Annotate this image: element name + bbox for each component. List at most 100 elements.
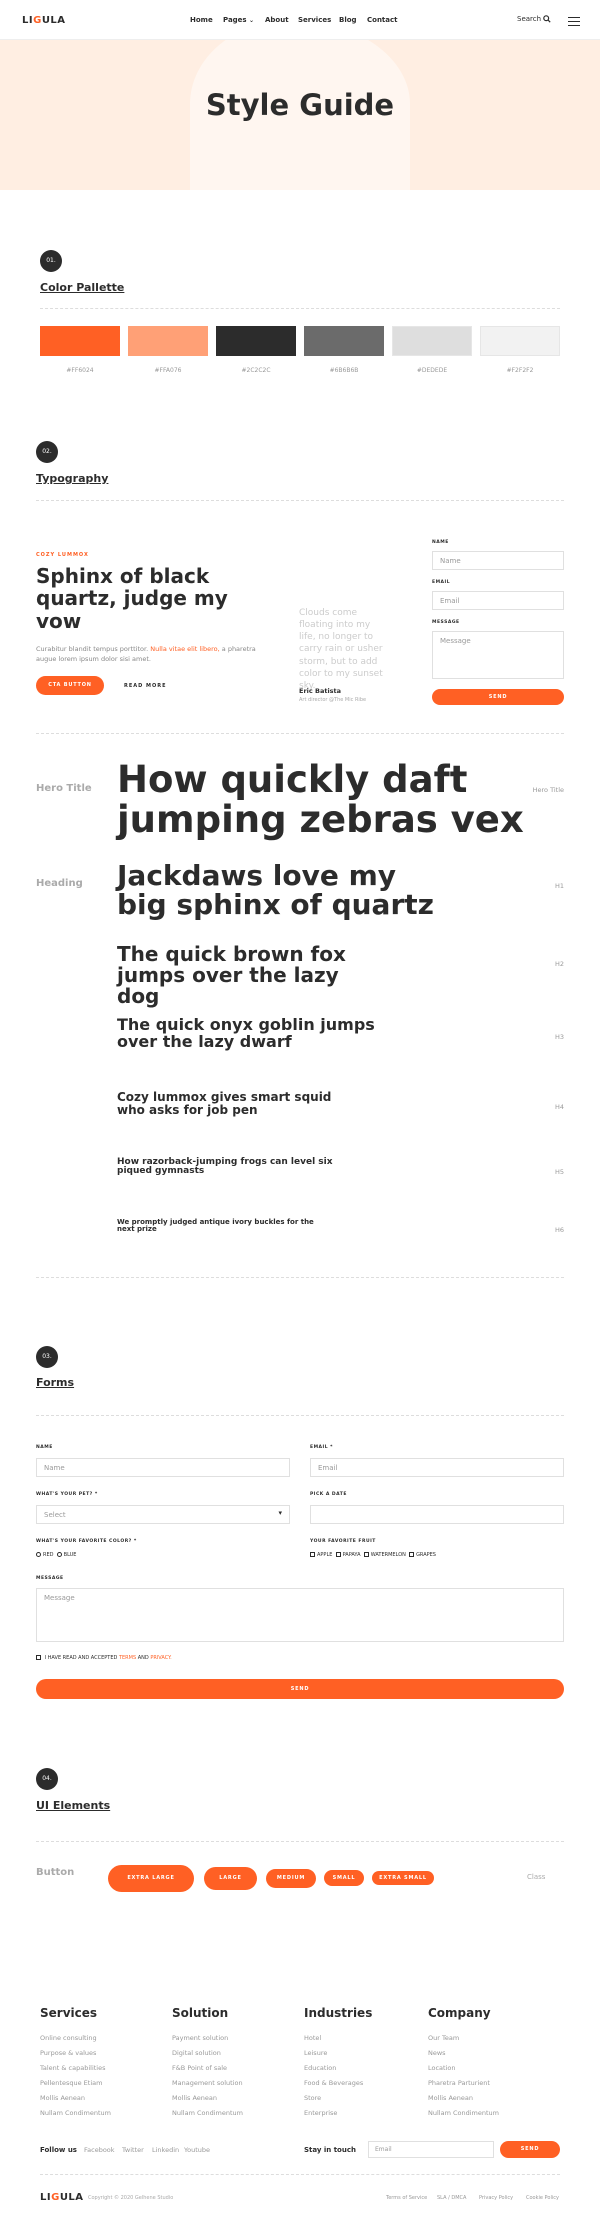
nav-home[interactable]: Home xyxy=(190,16,213,24)
h6-tag: H6 xyxy=(554,1226,564,1234)
footer-heading-company: Company xyxy=(428,2006,491,2020)
paragraph-text: Curabitur blandit tempus porttitor. xyxy=(36,645,149,653)
footer-link[interactable]: Nullam Condimentum xyxy=(40,2109,111,2117)
form-message-field[interactable]: Message xyxy=(36,1588,564,1642)
sample-paragraph: Curabitur blandit tempus porttitor. Null… xyxy=(36,645,271,665)
checkbox-apple[interactable]: APPLE xyxy=(310,1552,332,1558)
footer-link[interactable]: Nullam Condimentum xyxy=(172,2109,243,2117)
agree-text: I HAVE READ AND ACCEPTED xyxy=(44,1655,118,1661)
privacy-policy-link[interactable]: Privacy Policy xyxy=(479,2195,513,2201)
footer-link[interactable]: Talent & capabilities xyxy=(40,2064,106,2072)
nav-services[interactable]: Services xyxy=(298,16,331,24)
social-youtube[interactable]: Youtube xyxy=(184,2146,210,2154)
button-large[interactable]: LARGE xyxy=(204,1867,257,1890)
menu-icon[interactable] xyxy=(568,17,580,29)
color-swatch-label: #FF6024 xyxy=(66,367,94,374)
footer-link[interactable]: Location xyxy=(428,2064,456,2072)
logo-text: LI xyxy=(22,15,34,26)
footer-link[interactable]: Nullam Condimentum xyxy=(428,2109,499,2117)
form-name-field[interactable]: Name xyxy=(36,1458,290,1477)
footer-link[interactable]: Leisure xyxy=(304,2049,327,2057)
footer-link[interactable]: Pharetra Parturient xyxy=(428,2079,490,2087)
paragraph-link[interactable]: Nulla vitae elit libero, xyxy=(150,645,219,653)
section-title-typography: Typography xyxy=(36,472,109,485)
caret-down-icon: ▾ xyxy=(278,1509,282,1517)
footer-heading-solution: Solution xyxy=(172,2006,229,2020)
footer-link[interactable]: Digital solution xyxy=(172,2049,221,2057)
date-label: PICK A DATE xyxy=(310,1492,347,1497)
terms-link[interactable]: TERMS xyxy=(119,1655,136,1661)
footer-link[interactable]: Mollis Aenean xyxy=(428,2094,473,2102)
h2-sample: The quick brown fox jumps over the lazy … xyxy=(117,942,346,1008)
button-extra-small[interactable]: EXTRA SMALL xyxy=(372,1871,434,1885)
terms-link[interactable]: Terms of Service xyxy=(386,2195,427,2201)
radio-red[interactable]: RED xyxy=(36,1552,53,1558)
email-field[interactable]: Email xyxy=(432,591,564,610)
footer-link[interactable]: Mollis Aenean xyxy=(40,2094,85,2102)
search-button[interactable]: Search xyxy=(517,15,551,23)
social-linkedin[interactable]: Linkedin xyxy=(152,2146,179,2154)
chevron-down-icon: ⌄ xyxy=(249,17,255,24)
form-send-button[interactable]: SEND xyxy=(36,1679,564,1699)
divider xyxy=(40,2174,560,2175)
sla-link[interactable]: SLA / DMCA xyxy=(437,2195,466,2201)
footer-link[interactable]: Purpose & values xyxy=(40,2049,96,2057)
form-email-label: EMAIL * xyxy=(310,1445,333,1450)
cta-button[interactable]: CTA BUTTON xyxy=(36,676,104,695)
footer-logo[interactable]: LIGULA xyxy=(40,2192,84,2203)
h1-sample: Jackdaws love my big sphinx of quartz xyxy=(117,859,434,922)
social-twitter[interactable]: Twitter xyxy=(122,2146,144,2154)
newsletter-send-button[interactable]: SEND xyxy=(500,2141,560,2158)
logo[interactable]: LIGULA xyxy=(22,15,66,26)
nav-about[interactable]: About xyxy=(265,16,289,24)
agree-and: AND xyxy=(137,1655,149,1661)
message-field[interactable]: Message xyxy=(432,631,564,679)
send-button[interactable]: SEND xyxy=(432,689,564,705)
checkbox-watermelon[interactable]: WATERMELON xyxy=(363,1552,406,1558)
form-email-field[interactable]: Email xyxy=(310,1458,564,1477)
color-swatch xyxy=(128,326,208,356)
logo-text-end: ULA xyxy=(59,2192,84,2203)
footer-link[interactable]: Payment solution xyxy=(172,2034,228,2042)
name-field[interactable]: Name xyxy=(432,551,564,570)
social-facebook[interactable]: Facebook xyxy=(84,2146,115,2154)
read-more-link[interactable]: READ MORE xyxy=(124,683,167,689)
radio-circle-icon xyxy=(56,1552,62,1557)
nav-pages[interactable]: Pages ⌄ xyxy=(223,16,254,24)
footer-link[interactable]: F&B Point of sale xyxy=(172,2064,227,2072)
heading-label: Heading xyxy=(36,878,83,889)
footer-link[interactable]: Our Team xyxy=(428,2034,459,2042)
privacy-link[interactable]: PRIVACY. xyxy=(150,1655,171,1661)
footer-link[interactable]: Store xyxy=(304,2094,321,2102)
color-label: WHAT'S YOUR FAVORITE COLOR? * xyxy=(36,1539,137,1544)
checkbox-watermelon-label: WATERMELON xyxy=(370,1552,406,1558)
footer-link[interactable]: Food & Beverages xyxy=(304,2079,363,2087)
footer-link[interactable]: Education xyxy=(304,2064,336,2072)
footer-link[interactable]: News xyxy=(428,2049,446,2057)
pet-select[interactable]: Select ▾ xyxy=(36,1505,290,1524)
newsletter-email-field[interactable]: Email xyxy=(368,2141,494,2158)
color-swatch xyxy=(40,326,120,356)
nav-blog[interactable]: Blog xyxy=(339,16,357,24)
agree-checkbox[interactable]: I HAVE READ AND ACCEPTED TERMS AND PRIVA… xyxy=(36,1655,172,1661)
radio-blue[interactable]: BLUE xyxy=(56,1552,76,1558)
site-header: LIGULA Home Pages ⌄ About Services Blog … xyxy=(0,0,600,40)
checkbox-grapes[interactable]: GRAPES xyxy=(409,1552,436,1558)
footer-link[interactable]: Management solution xyxy=(172,2079,243,2087)
date-field[interactable] xyxy=(310,1505,564,1524)
nav-contact[interactable]: Contact xyxy=(367,16,398,24)
footer-link[interactable]: Hotel xyxy=(304,2034,321,2042)
footer-link[interactable]: Enterprise xyxy=(304,2109,337,2117)
footer-link[interactable]: Pellentesque Etiam xyxy=(40,2079,102,2087)
hero-title-tag: Hero Title xyxy=(532,786,564,794)
logo-accent: G xyxy=(33,15,42,26)
button-medium[interactable]: MEDIUM xyxy=(266,1869,316,1888)
button-extra-large[interactable]: EXTRA LARGE xyxy=(108,1865,194,1892)
checkbox-icon xyxy=(36,1655,41,1660)
button-small[interactable]: SMALL xyxy=(324,1870,364,1886)
footer-link[interactable]: Mollis Aenean xyxy=(172,2094,217,2102)
quote-author-role: Art director @The Mic Ribe xyxy=(299,697,367,703)
footer-link[interactable]: Online consulting xyxy=(40,2034,97,2042)
cookie-policy-link[interactable]: Cookie Policy xyxy=(526,2195,559,2201)
checkbox-papaya[interactable]: PAPAYA xyxy=(335,1552,361,1558)
